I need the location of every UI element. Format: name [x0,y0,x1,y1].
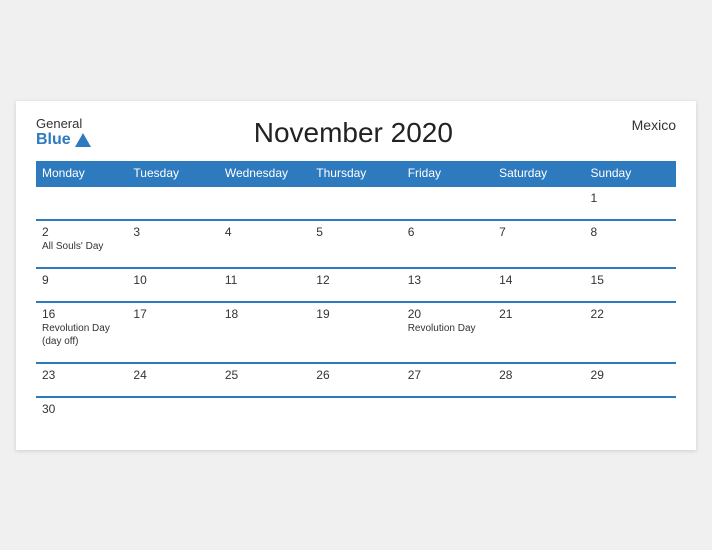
day-cell: 20Revolution Day [402,302,493,363]
day-number: 10 [133,273,212,287]
weekday-friday: Friday [402,161,493,186]
day-number: 12 [316,273,395,287]
day-number: 21 [499,307,578,321]
logo-triangle-icon [75,133,91,147]
weekday-saturday: Saturday [493,161,584,186]
day-number: 28 [499,368,578,382]
day-cell: 6 [402,220,493,268]
day-number: 16 [42,307,121,321]
day-cell [585,397,676,430]
event-label: Revolution Day (day off) [42,322,121,348]
day-number: 2 [42,225,121,239]
day-cell: 13 [402,268,493,302]
weekday-header-row: MondayTuesdayWednesdayThursdayFridaySatu… [36,161,676,186]
event-label: All Souls' Day [42,240,121,253]
day-number: 1 [591,191,670,205]
day-cell: 1 [585,186,676,220]
week-row-1: 2All Souls' Day 345678 [36,220,676,268]
logo-blue-text: Blue [36,131,91,149]
event-label: Revolution Day [408,322,487,335]
day-cell: 19 [310,302,401,363]
country-label: Mexico [616,117,676,133]
day-cell: 28 [493,363,584,397]
day-cell: 3 [127,220,218,268]
day-number: 25 [225,368,304,382]
day-cell [127,397,218,430]
day-number: 22 [591,307,670,321]
day-cell [310,397,401,430]
calendar-container: General Blue November 2020 Mexico Monday… [16,101,696,450]
day-number: 30 [42,402,121,416]
day-cell [127,186,218,220]
day-cell: 11 [219,268,310,302]
day-number: 17 [133,307,212,321]
calendar-grid: MondayTuesdayWednesdayThursdayFridaySatu… [36,161,676,430]
day-number: 19 [316,307,395,321]
day-number: 4 [225,225,304,239]
logo-general-text: General [36,117,91,131]
day-cell: 2All Souls' Day [36,220,127,268]
day-cell [219,186,310,220]
day-number: 6 [408,225,487,239]
day-cell: 27 [402,363,493,397]
week-row-2: 9 10 11 12 13 14 15 [36,268,676,302]
week-row-5: 30 [36,397,676,430]
day-number: 20 [408,307,487,321]
day-cell: 21 [493,302,584,363]
day-number: 5 [316,225,395,239]
day-cell [402,186,493,220]
day-number: 7 [499,225,578,239]
day-cell: 18 [219,302,310,363]
day-cell: 17 [127,302,218,363]
weekday-wednesday: Wednesday [219,161,310,186]
day-cell [36,186,127,220]
day-cell: 5 [310,220,401,268]
day-cell: 23 [36,363,127,397]
day-number: 18 [225,307,304,321]
day-cell: 29 [585,363,676,397]
day-cell: 24 [127,363,218,397]
weekday-monday: Monday [36,161,127,186]
header: General Blue November 2020 Mexico [36,117,676,149]
week-row-0: 1 [36,186,676,220]
logo: General Blue [36,117,91,149]
day-cell: 25 [219,363,310,397]
day-number: 13 [408,273,487,287]
weekday-sunday: Sunday [585,161,676,186]
day-cell: 15 [585,268,676,302]
day-cell: 26 [310,363,401,397]
day-cell [310,186,401,220]
day-cell: 12 [310,268,401,302]
calendar-title: November 2020 [91,117,616,149]
day-cell: 7 [493,220,584,268]
weekday-tuesday: Tuesday [127,161,218,186]
day-number: 29 [591,368,670,382]
day-cell [402,397,493,430]
day-cell: 14 [493,268,584,302]
day-number: 26 [316,368,395,382]
day-cell: 9 [36,268,127,302]
day-number: 27 [408,368,487,382]
day-number: 23 [42,368,121,382]
day-cell: 22 [585,302,676,363]
day-cell [493,397,584,430]
week-row-3: 16Revolution Day (day off)17181920Revolu… [36,302,676,363]
day-cell [493,186,584,220]
day-cell: 8 [585,220,676,268]
day-number: 14 [499,273,578,287]
day-cell [219,397,310,430]
day-number: 15 [591,273,670,287]
day-number: 9 [42,273,121,287]
day-cell: 10 [127,268,218,302]
day-cell: 4 [219,220,310,268]
day-number: 11 [225,273,304,287]
day-cell: 30 [36,397,127,430]
day-number: 8 [591,225,670,239]
week-row-4: 23 24 25 26 27 28 29 [36,363,676,397]
day-number: 24 [133,368,212,382]
day-number: 3 [133,225,212,239]
weekday-thursday: Thursday [310,161,401,186]
day-cell: 16Revolution Day (day off) [36,302,127,363]
